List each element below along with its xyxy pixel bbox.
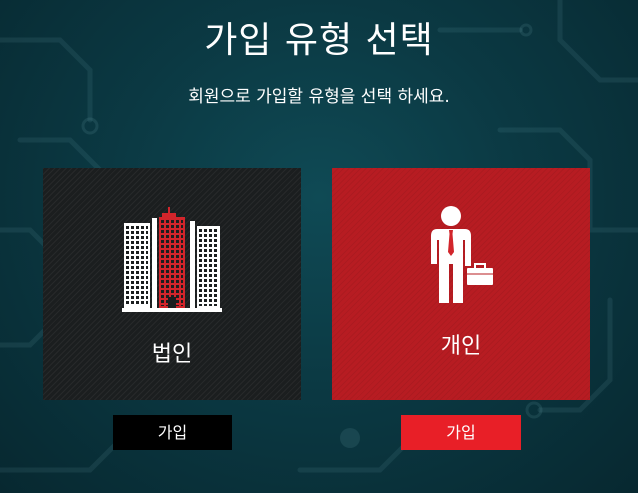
buildings-icon xyxy=(122,207,222,312)
page-subtitle: 회원으로 가입할 유형을 선택 하세요. xyxy=(188,87,450,107)
businessman-icon xyxy=(431,206,493,303)
personal-label: 개인 xyxy=(440,334,482,359)
corporate-join-button[interactable]: 가입 xyxy=(113,415,232,450)
page-title: 가입 유형 선택 xyxy=(204,20,434,61)
personal-join-button[interactable]: 가입 xyxy=(401,415,521,450)
corporate-card[interactable]: 법인 xyxy=(43,168,301,400)
signup-type-page: 가입 유형 선택 회원으로 가입할 유형을 선택 하세요. 법인 개인 가입 가… xyxy=(0,0,638,493)
corporate-label: 법인 xyxy=(151,342,193,367)
personal-card[interactable]: 개인 xyxy=(332,168,590,400)
